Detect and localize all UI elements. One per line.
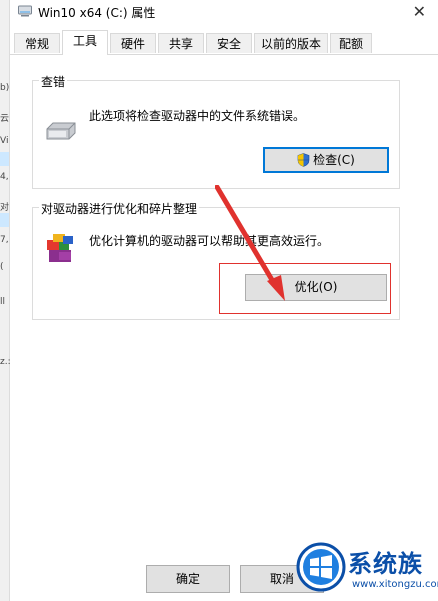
tab-previous-versions[interactable]: 以前的版本 bbox=[254, 33, 328, 53]
tab-sharing[interactable]: 共享 bbox=[158, 33, 204, 53]
tab-tools[interactable]: 工具 bbox=[62, 30, 108, 55]
ok-button[interactable]: 确定 bbox=[146, 565, 230, 593]
watermark: 系统族 www.xitongzu.com bbox=[290, 538, 438, 601]
watermark-brand: 系统族 bbox=[348, 550, 423, 578]
tab-quota[interactable]: 配额 bbox=[330, 33, 372, 53]
defrag-icon bbox=[47, 234, 73, 262]
strip-text: ll bbox=[0, 297, 6, 307]
tab-bar: 常规 工具 硬件 共享 安全 以前的版本 配额 bbox=[10, 30, 438, 55]
window-title: Win10 x64 (C:) 属性 bbox=[38, 6, 156, 20]
error-check-group: 查错 此选项将检查驱动器中的文件系统错误。 检查(C) bbox=[32, 73, 400, 189]
strip-selection bbox=[0, 152, 9, 166]
close-icon[interactable]: ✕ bbox=[413, 2, 426, 21]
strip-text: 4, bbox=[0, 172, 9, 182]
check-button[interactable]: 检查(C) bbox=[263, 147, 389, 173]
error-check-description: 此选项将检查驱动器中的文件系统错误。 bbox=[89, 109, 306, 123]
tab-security[interactable]: 安全 bbox=[206, 33, 252, 53]
annotation-arrow bbox=[215, 185, 285, 301]
hard-drive-icon bbox=[46, 122, 76, 140]
strip-text: b) bbox=[0, 83, 10, 93]
windows-logo-icon bbox=[296, 542, 346, 592]
strip-text: 7, bbox=[0, 235, 9, 245]
strip-text: 云 bbox=[0, 114, 10, 124]
drive-icon bbox=[18, 5, 32, 17]
background-window-strip: b) 云 Vi 4, 对 7, ( ll z.: bbox=[0, 0, 11, 601]
uac-shield-icon bbox=[297, 153, 310, 167]
check-button-label: 检查(C) bbox=[313, 153, 355, 167]
strip-text: 对 bbox=[0, 203, 10, 213]
strip-text: Vi bbox=[0, 136, 9, 146]
watermark-url: www.xitongzu.com bbox=[352, 579, 438, 590]
tab-general[interactable]: 常规 bbox=[14, 33, 60, 53]
strip-text: ( bbox=[0, 262, 4, 272]
strip-selection bbox=[0, 213, 9, 227]
title-bar: Win10 x64 (C:) 属性 ✕ bbox=[10, 0, 438, 24]
error-check-title: 查错 bbox=[39, 73, 68, 90]
tools-panel: 查错 此选项将检查驱动器中的文件系统错误。 检查(C) 对驱动器进行优化和碎片整… bbox=[10, 55, 430, 601]
tab-hardware[interactable]: 硬件 bbox=[110, 33, 156, 53]
optimize-title: 对驱动器进行优化和碎片整理 bbox=[39, 200, 200, 217]
